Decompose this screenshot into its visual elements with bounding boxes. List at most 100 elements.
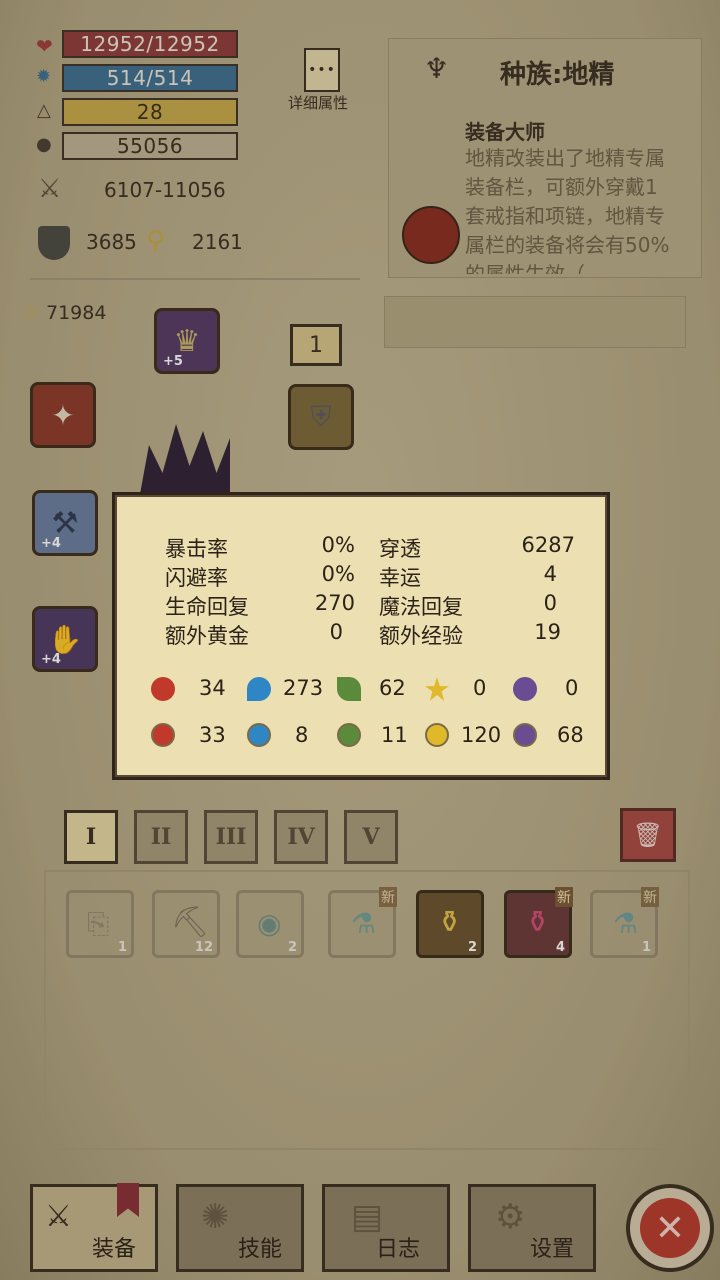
inventory-item[interactable]: ⚗ 1 新	[590, 887, 659, 958]
glove-slot[interactable]: ✋ +4	[32, 606, 98, 672]
nav-settings-label: 设置	[529, 1237, 574, 1262]
glove-icon: ✋	[47, 622, 83, 656]
helmet-slot[interactable]: ♛ +5	[154, 308, 220, 374]
light-resist-value: 120	[461, 723, 502, 747]
attribute-tooltip: 暴击率 0% 穿透 6287 闪避率 0% 幸运 4 生命回复 270 魔法回复…	[112, 492, 610, 780]
nav-log[interactable]: ▤ 日志	[322, 1184, 450, 1272]
level-icon: △	[37, 100, 51, 121]
new-badge: 新	[641, 887, 659, 907]
light-resist-icon	[425, 723, 449, 747]
tab-3[interactable]: III	[204, 810, 258, 864]
defense-value: 3685	[86, 230, 137, 254]
penetration-value: 6287	[521, 533, 575, 557]
inventory-item[interactable]: ◉ 2	[236, 890, 304, 958]
item-count: 1	[117, 940, 127, 955]
tab-2[interactable]: II	[134, 810, 188, 864]
light-attack-value: 0	[473, 676, 487, 700]
nav-equipment[interactable]: ⚔ 装备	[30, 1183, 158, 1272]
right-empty-panel	[384, 296, 686, 348]
nature-attack-icon	[337, 677, 361, 701]
inventory-item[interactable]: ⚗ 新	[328, 887, 397, 958]
score-star-icon: ☆	[20, 300, 40, 325]
skill-name: 装备大师	[465, 120, 545, 144]
attack-icon: ⚔	[38, 174, 62, 204]
nav-equipment-label: 装备	[91, 1237, 136, 1262]
extra-gold-value: 0	[329, 620, 343, 644]
amulet-slot[interactable]: ✦	[30, 382, 96, 448]
trash-icon: 🗑	[632, 821, 664, 849]
fire-attack-value: 34	[199, 676, 226, 700]
skill-description: 地精改装出了地精专属装备栏，可额外穿戴1套戒指和项链，地精专属栏的装备将会有50…	[465, 146, 670, 274]
hp-regen-label: 生命回复	[165, 595, 249, 619]
weapon-slot[interactable]: ⚒ +4	[32, 490, 98, 556]
character-crown-icon	[140, 424, 230, 494]
item-count: 4	[555, 940, 565, 955]
dark-resist-icon	[513, 723, 537, 747]
magic-value: 2161	[192, 230, 243, 254]
attack-value: 6107-11056	[104, 178, 226, 202]
inventory-item[interactable]: ⚱ 2	[416, 890, 484, 958]
potion-icon: ⚗	[351, 907, 377, 940]
skill-gear-icon: ✺	[201, 1197, 230, 1237]
fire-resist-icon	[151, 723, 175, 747]
race-title: 种族:地精	[500, 60, 615, 90]
race-emblem-icon: ♆	[424, 52, 450, 85]
detail-attributes-button[interactable]: ••• 详细属性	[286, 48, 358, 112]
close-button[interactable]: ✕	[626, 1184, 714, 1272]
blue-potion-icon: ⚗	[613, 907, 639, 940]
scroll-icon: ⎘	[87, 907, 110, 940]
new-badge: 新	[379, 887, 397, 907]
eye-scroll-icon: ◉	[257, 907, 282, 940]
fire-resist-value: 33	[199, 723, 226, 747]
ring-count-badge: 1	[290, 324, 342, 366]
level-bar: 28	[62, 98, 238, 126]
extra-exp-label: 额外经验	[379, 624, 463, 648]
light-attack-icon	[425, 677, 449, 701]
tab-5[interactable]: V	[344, 810, 398, 864]
nav-settings[interactable]: ⚙ 设置	[468, 1184, 596, 1272]
dodge-label: 闪避率	[165, 566, 228, 590]
magic-icon: ⚲	[146, 226, 166, 256]
dark-resist-value: 68	[557, 723, 584, 747]
water-attack-value: 273	[283, 676, 324, 700]
skill-icon	[402, 206, 460, 264]
inventory-item[interactable]: ⚱ 4 新	[504, 887, 573, 958]
armor-slot[interactable]: ⛨	[288, 384, 354, 450]
axe-icon: ⚔	[45, 1199, 72, 1234]
penetration-label: 穿透	[379, 537, 421, 561]
mp-bar: 514/514	[62, 64, 238, 92]
crit-value: 0%	[321, 533, 355, 557]
pickaxe-icon: ⛏	[171, 905, 210, 940]
nature-attack-value: 62	[379, 676, 406, 700]
extra-gold-label: 额外黄金	[165, 624, 249, 648]
gold-icon: ●	[36, 134, 52, 155]
gold-potion-icon: ⚱	[437, 905, 463, 940]
nav-skills[interactable]: ✺ 技能	[176, 1184, 304, 1272]
red-potion-icon: ⚱	[525, 905, 551, 940]
trash-button[interactable]: 🗑	[620, 808, 676, 862]
hp-icon: ❤	[36, 34, 53, 58]
fire-attack-icon	[151, 677, 175, 701]
weapon-enhance: +4	[41, 536, 61, 551]
water-attack-icon	[247, 677, 271, 701]
crit-label: 暴击率	[165, 537, 228, 561]
divider-left	[30, 278, 360, 280]
book-icon: ▤	[351, 1197, 384, 1237]
gold-bar: 55056	[62, 132, 238, 160]
nature-resist-value: 11	[381, 723, 408, 747]
armor-icon: ⛨	[310, 400, 332, 433]
more-icon: •••	[304, 48, 340, 92]
glove-enhance: +4	[41, 652, 61, 667]
inventory-item[interactable]: ⎘ 1	[66, 890, 134, 958]
tab-4[interactable]: IV	[274, 810, 328, 864]
mp-regen-value: 0	[543, 591, 557, 615]
dark-attack-icon	[513, 677, 537, 701]
inventory-item[interactable]: ⛏ 12	[152, 890, 220, 958]
hp-bar: 12952/12952	[62, 30, 238, 58]
mp-regen-label: 魔法回复	[379, 595, 463, 619]
water-resist-icon	[247, 723, 271, 747]
tab-1[interactable]: I	[64, 810, 118, 864]
luck-value: 4	[543, 562, 557, 586]
dodge-value: 0%	[321, 562, 355, 586]
nav-skills-label: 技能	[237, 1237, 282, 1262]
